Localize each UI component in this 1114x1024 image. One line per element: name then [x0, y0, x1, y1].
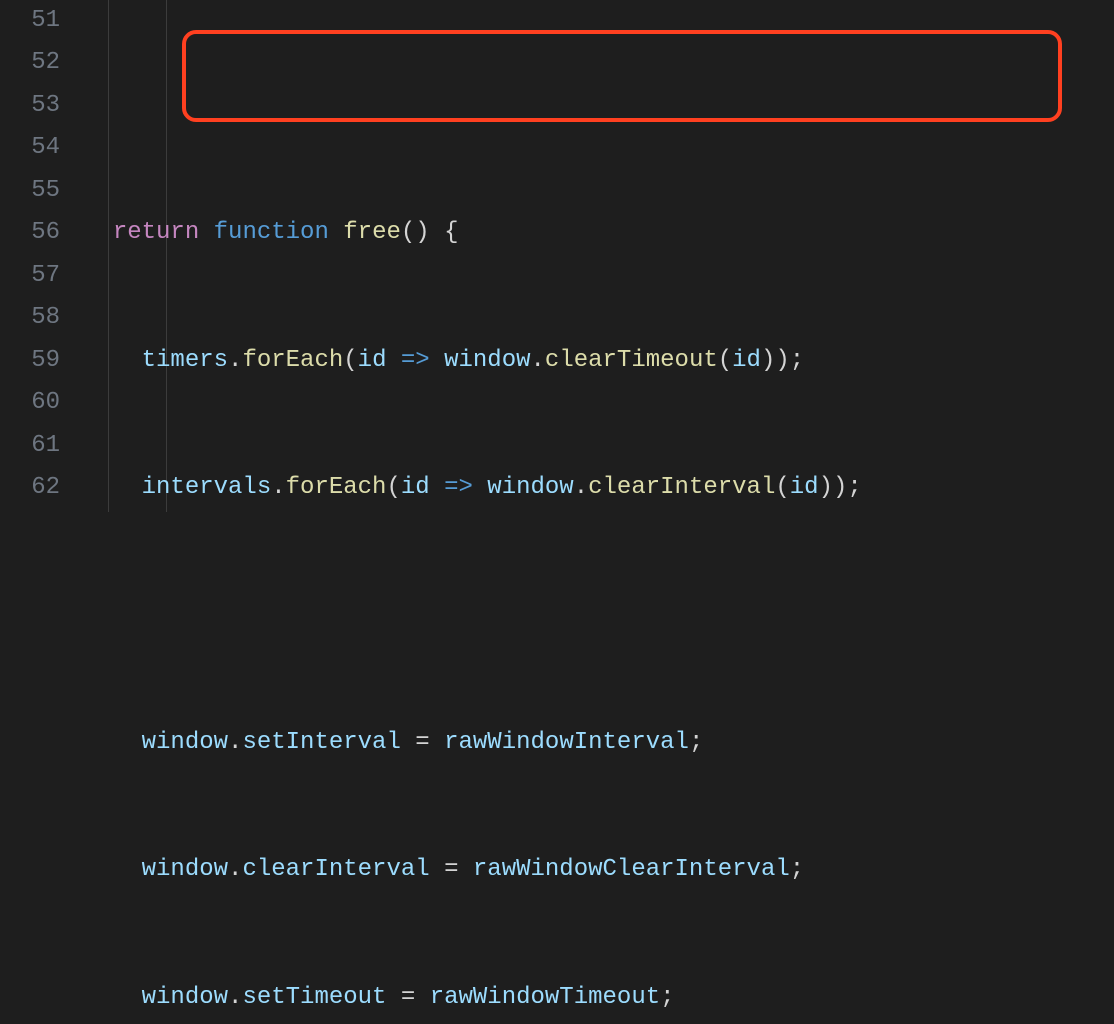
code-line: timers.forEach(id => window.clearTimeout…: [84, 340, 1114, 382]
code-area[interactable]: return function free() { timers.forEach(…: [84, 0, 1114, 512]
code-line: window.setInterval = rawWindowInterval;: [84, 722, 1114, 764]
line-number: 61: [0, 425, 60, 467]
code-line: intervals.forEach(id => window.clearInte…: [84, 467, 1114, 509]
line-number: 62: [0, 467, 60, 509]
highlight-annotation: [182, 30, 1062, 122]
code-line: window.clearInterval = rawWindowClearInt…: [84, 849, 1114, 891]
line-number: 60: [0, 382, 60, 424]
indent-guide: [108, 0, 109, 512]
code-line: [84, 595, 1114, 637]
line-number: 58: [0, 297, 60, 339]
line-number: 56: [0, 212, 60, 254]
line-number: 53: [0, 85, 60, 127]
line-number: 55: [0, 170, 60, 212]
identifier: intervals: [142, 474, 272, 501]
line-number: 52: [0, 42, 60, 84]
method-name: forEach: [242, 347, 343, 374]
code-line: window.setTimeout = rawWindowTimeout;: [84, 977, 1114, 1019]
identifier: timers: [142, 347, 228, 374]
keyword-function: function: [214, 219, 329, 246]
line-number: 51: [0, 0, 60, 42]
line-number: 57: [0, 255, 60, 297]
code-editor[interactable]: 51 52 53 54 55 56 57 58 59 60 61 62 retu…: [0, 0, 1114, 512]
line-number: 54: [0, 127, 60, 169]
line-number: 59: [0, 340, 60, 382]
keyword-return: return: [113, 219, 199, 246]
code-line: return function free() {: [84, 212, 1114, 254]
method-name: forEach: [286, 474, 387, 501]
line-number-gutter: 51 52 53 54 55 56 57 58 59 60 61 62: [0, 0, 84, 512]
indent-guide: [166, 0, 167, 512]
function-name: free: [343, 219, 401, 246]
